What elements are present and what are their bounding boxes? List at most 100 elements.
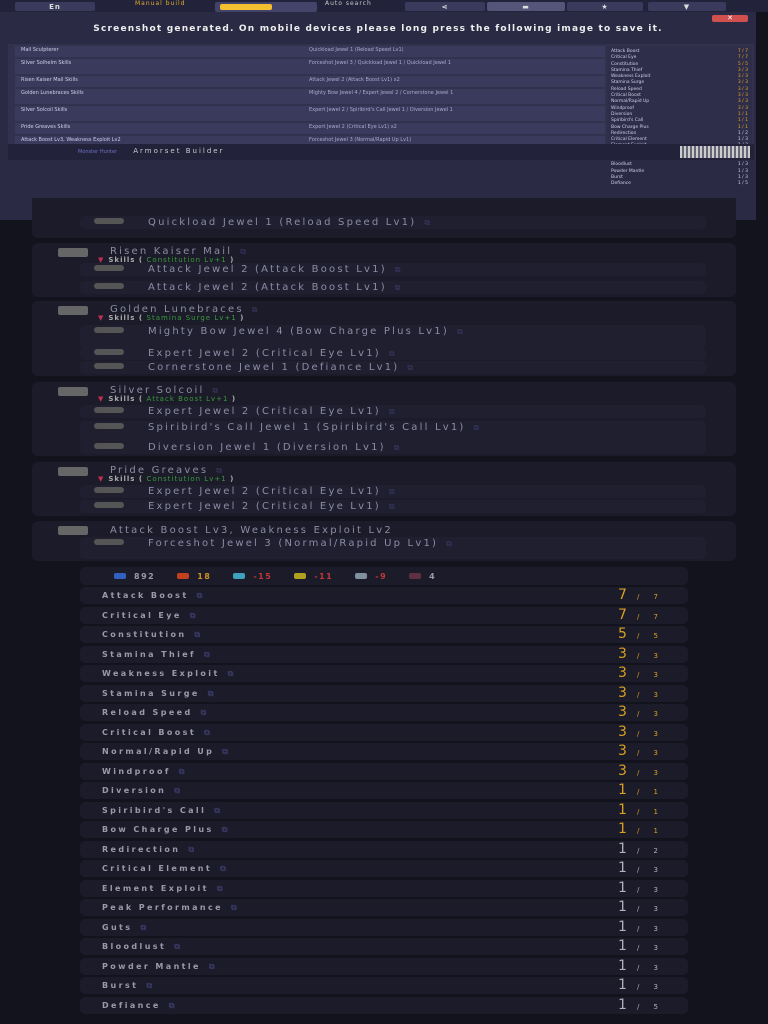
external-link-icon[interactable]: ⧉ <box>174 786 182 795</box>
external-link-icon[interactable]: ⧉ <box>228 669 236 678</box>
skill-row[interactable]: Peak Performance ⧉ 1 / 3 <box>80 899 688 916</box>
skill-row[interactable]: Bow Charge Plus ⧉ 1/ 1 <box>80 821 688 838</box>
skill-row[interactable]: Critical Eye ⧉ 7/ 7 <box>80 606 688 624</box>
external-link-icon[interactable]: ⧉ <box>204 650 212 659</box>
jewel-slot[interactable]: Quickload Jewel 1 (Reload Speed Lv1) ⧉ <box>80 216 706 229</box>
skill-row[interactable]: Constitution ⧉ 5/ 5 <box>80 626 688 643</box>
skill-row[interactable]: Stamina Thief ⧉ 3/ 3 <box>80 645 688 663</box>
armor-skills[interactable]: ▼ Skills ( Attack Boost Lv+1 ) <box>98 395 236 403</box>
skill-current: 1 <box>618 899 627 915</box>
skill-row[interactable]: Weakness Exploit ⧉ 3/ 3 <box>80 665 688 682</box>
skill-max: / 3 <box>636 729 664 738</box>
mode-toggle[interactable] <box>215 2 317 12</box>
skill-row[interactable]: Reload Speed ⧉ 3/ 3 <box>80 704 688 721</box>
skill-row[interactable]: Defiance ⧉ 1 / 5 <box>80 996 688 1014</box>
external-link-icon[interactable]: ⧉ <box>214 806 222 815</box>
external-link-icon[interactable]: ⧉ <box>394 443 402 452</box>
external-link-icon[interactable]: ⧉ <box>179 767 187 776</box>
skill-row[interactable]: Critical Boost ⧉ 3/ 3 <box>80 723 688 741</box>
external-link-icon[interactable]: ⧉ <box>389 502 397 511</box>
mini-max: 5 <box>745 61 748 67</box>
share-button[interactable]: ⋖ <box>405 2 485 11</box>
external-link-icon[interactable]: ⧉ <box>424 218 432 227</box>
mini-level: 1 <box>737 174 741 180</box>
filter-button[interactable]: ▼ <box>648 2 726 11</box>
screenshot-button[interactable]: ▬ <box>487 2 565 11</box>
mini-item-name: Risen Kaiser Mail Skills <box>21 77 78 83</box>
skill-row[interactable]: Bloodlust ⧉ 1 / 3 <box>80 938 688 955</box>
armor-skills[interactable]: ▼ Skills ( Constitution Lv+1 ) <box>98 475 234 483</box>
skill-row[interactable]: Windproof ⧉ 3/ 3 <box>80 762 688 780</box>
external-link-icon[interactable]: ⧉ <box>208 689 216 698</box>
external-link-icon[interactable]: ⧉ <box>389 407 397 416</box>
jewel-slot[interactable]: Expert Jewel 2 (Critical Eye Lv1) ⧉ <box>80 485 706 498</box>
external-link-icon[interactable]: ⧉ <box>188 845 196 854</box>
skill-row[interactable]: Normal/Rapid Up ⧉ 3/ 3 <box>80 743 688 760</box>
skill-row[interactable]: Guts ⧉ 1 / 3 <box>80 918 688 936</box>
external-link-icon[interactable]: ⧉ <box>446 539 454 548</box>
external-link-icon[interactable]: ⧉ <box>231 903 239 912</box>
skill-row[interactable]: Powder Mantle ⧉ 1 / 3 <box>80 957 688 975</box>
external-link-icon[interactable]: ⧉ <box>209 962 217 971</box>
skill-row[interactable]: Burst ⧉ 1 / 3 <box>80 977 688 994</box>
external-link-icon[interactable]: ⧉ <box>389 349 397 358</box>
mini-item: Pride Greaves Skills Expert Jewel 2 (Crit… <box>15 123 605 134</box>
external-link-icon[interactable]: ⧉ <box>140 923 148 932</box>
external-link-icon[interactable]: ⧉ <box>197 591 205 600</box>
external-link-icon[interactable]: ⧉ <box>220 864 228 873</box>
armor-skills[interactable]: ▼ Skills ( Stamina Surge Lv+1 ) <box>98 314 244 322</box>
language-button[interactable]: En <box>15 2 95 11</box>
jewel-icon <box>94 349 124 355</box>
external-link-icon[interactable]: ⧉ <box>222 825 230 834</box>
jewel-slot[interactable]: Attack Jewel 2 (Attack Boost Lv1) ⧉ <box>80 263 706 276</box>
skill-row[interactable]: Critical Element ⧉ 1 / 3 <box>80 860 688 877</box>
armor-card: Risen Kaiser Mail ⧉ ▼ Skills ( Constitution… <box>32 243 736 297</box>
jewel-slot[interactable]: Attack Jewel 2 (Attack Boost Lv1) ⧉ <box>80 281 706 294</box>
jewel-slot[interactable]: Expert Jewel 2 (Critical Eye Lv1) ⧉ <box>80 405 706 418</box>
skill-level: 1/ 1 <box>618 802 664 821</box>
jewel-slot[interactable]: Expert Jewel 2 (Critical Eye Lv1) ⧉ <box>80 500 706 513</box>
stat-value: -15 <box>253 571 273 581</box>
jewel-name: Spiribird's Call Jewel 1 (Spiribird's Ca… <box>148 422 466 433</box>
jewel-slot[interactable]: Forceshot Jewel 3 (Normal/Rapid Up Lv1) ⧉ <box>80 537 706 559</box>
external-link-icon[interactable]: ⧉ <box>169 1001 177 1010</box>
external-link-icon[interactable]: ⧉ <box>174 942 182 951</box>
skill-row[interactable]: Spiribird's Call ⧉ 1/ 1 <box>80 801 688 821</box>
close-button[interactable]: ✕ <box>712 15 748 22</box>
external-link-icon[interactable]: ⧉ <box>204 728 212 737</box>
external-link-icon[interactable]: ⧉ <box>201 708 209 717</box>
external-link-icon[interactable]: ⧉ <box>240 247 248 256</box>
skill-row[interactable]: Redirection ⧉ 1 / 2 <box>80 840 688 858</box>
jewel-slot[interactable]: Cornerstone Jewel 1 (Defiance Lv1) ⧉ <box>80 361 706 374</box>
generated-image[interactable]: Mail Sculpterer Quickload Jewel 1 (Reload… <box>8 44 754 186</box>
external-link-icon[interactable]: ⧉ <box>389 487 397 496</box>
external-link-icon[interactable]: ⧉ <box>457 327 465 336</box>
jewel-slot[interactable]: Mighty Bow Jewel 4 (Bow Charge Plus Lv1)… <box>80 325 706 347</box>
external-link-icon[interactable]: ⧉ <box>474 423 482 432</box>
skill-row[interactable]: Stamina Surge ⧉ 3/ 3 <box>80 684 688 702</box>
external-link-icon[interactable]: ⧉ <box>194 630 202 639</box>
external-link-icon[interactable]: ⧉ <box>395 265 403 274</box>
external-link-icon[interactable]: ⧉ <box>216 466 224 475</box>
skill-row[interactable]: Element Exploit ⧉ 1 / 3 <box>80 879 688 897</box>
armor-piece[interactable]: Attack Boost Lv3, Weakness Exploit Lv2 <box>110 525 393 536</box>
skill-max: / 7 <box>636 593 664 601</box>
jewel-slot[interactable]: Diversion Jewel 1 (Diversion Lv1) ⧉ <box>80 441 706 454</box>
jewel-slot[interactable]: Spiribird's Call Jewel 1 (Spiribird's Ca… <box>80 421 706 443</box>
external-link-icon[interactable]: ⧉ <box>212 386 220 395</box>
external-link-icon[interactable]: ⧉ <box>222 747 230 756</box>
skill-row[interactable]: Attack Boost ⧉ 7/ 7 <box>80 587 688 604</box>
favorite-button[interactable]: ★ <box>567 2 643 11</box>
external-link-icon[interactable]: ⧉ <box>190 611 198 620</box>
mini-level: 3 <box>737 74 741 80</box>
external-link-icon[interactable]: ⧉ <box>146 981 154 990</box>
jewel-slot[interactable]: Expert Jewel 2 (Critical Eye Lv1) ⧉ <box>80 347 706 360</box>
armor-card: Golden Lunebraces ⧉ ▼ Skills ( Stamina Surg… <box>32 301 736 376</box>
skill-current: 3 <box>618 665 627 681</box>
skill-row[interactable]: Diversion ⧉ 1/ 1 <box>80 782 688 799</box>
stat-defense: 892 <box>114 572 155 581</box>
external-link-icon[interactable]: ⧉ <box>395 283 403 292</box>
external-link-icon[interactable]: ⧉ <box>407 363 415 372</box>
external-link-icon[interactable]: ⧉ <box>252 305 260 314</box>
external-link-icon[interactable]: ⧉ <box>217 884 225 893</box>
